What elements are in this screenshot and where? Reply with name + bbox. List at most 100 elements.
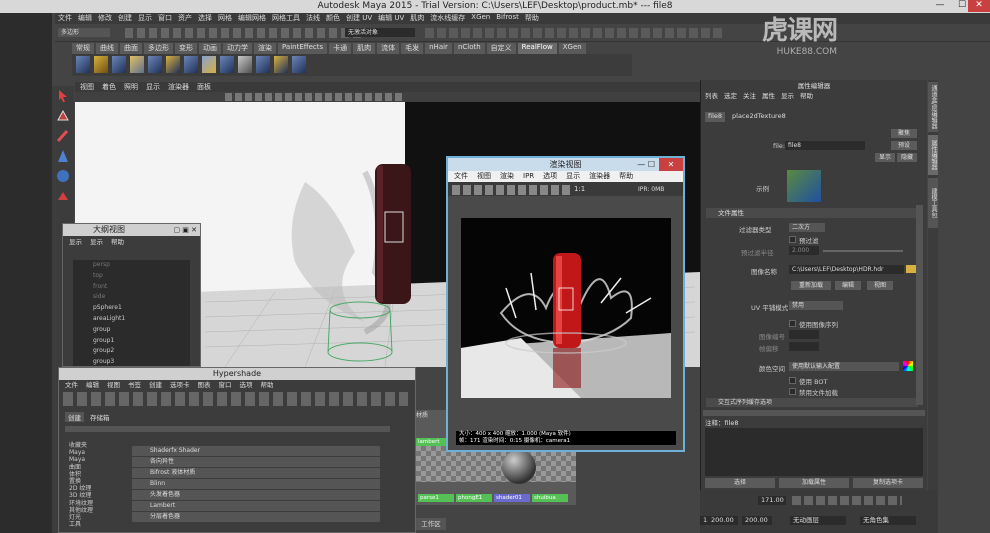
outliner-item[interactable]: group <box>73 325 190 336</box>
shelf-tab[interactable]: 动画 <box>199 43 221 54</box>
minimize-button[interactable]: — <box>928 0 952 12</box>
notes-field[interactable] <box>705 428 923 476</box>
folder-icon[interactable] <box>906 265 916 273</box>
shelf-tool-icon[interactable] <box>112 56 126 73</box>
main-menu-item[interactable]: 编辑 <box>78 13 92 24</box>
swatch-label[interactable]: shuibua <box>532 494 568 502</box>
viewport-menu-item[interactable]: 显示 <box>146 82 160 92</box>
shelf-tab[interactable]: 毛发 <box>401 43 424 54</box>
main-menu-item[interactable]: 帮助 <box>525 13 539 24</box>
tab-modeling-toolkit[interactable]: 建模工具包 <box>928 178 938 228</box>
shader-sphere-icon[interactable] <box>502 450 536 484</box>
panel-tab-materials[interactable]: 材质 <box>416 410 436 420</box>
scale-tool-icon[interactable] <box>55 188 71 204</box>
category-item[interactable]: 曲面 <box>69 464 125 471</box>
shelf-tab[interactable]: 自定义 <box>486 43 516 54</box>
shelf-tool-icon[interactable] <box>274 56 288 73</box>
main-menu-item[interactable]: 文件 <box>58 13 72 24</box>
hypershade-menu-item[interactable]: 创建 <box>149 380 162 390</box>
swatch-label[interactable]: parse1 <box>418 494 454 502</box>
render-menu-item[interactable]: 选项 <box>543 171 557 182</box>
edit-button[interactable]: 编辑 <box>835 281 861 290</box>
file-attributes-section[interactable]: 文件属性 <box>706 208 918 218</box>
node-type-item[interactable]: 分层着色器 <box>132 512 380 522</box>
tab-attribute-editor[interactable]: 属性编辑器 <box>928 135 938 175</box>
outliner-titlebar[interactable]: 大纲视图 ▢ ▣ ✕ <box>63 224 200 236</box>
main-menu-item[interactable]: 流水线缓存 <box>430 13 465 24</box>
main-menu-item[interactable]: 网格 <box>218 13 232 24</box>
hide-button[interactable]: 隐藏 <box>897 153 917 162</box>
status-tools[interactable] <box>125 28 365 38</box>
frame-offset-field[interactable] <box>789 342 819 351</box>
category-item[interactable]: 体积 <box>69 471 125 478</box>
shelf-tool-icon[interactable] <box>220 56 234 73</box>
shelf-tab[interactable]: XGen <box>558 43 586 54</box>
attr-menu-item[interactable]: 属性 <box>762 90 775 102</box>
render-ratio[interactable]: 1:1 <box>574 185 585 193</box>
swatch-label[interactable]: phongE1 <box>456 494 492 502</box>
render-view-titlebar[interactable]: 渲染视图 ✕ — ☐ <box>448 158 683 171</box>
render-menu-item[interactable]: IPR <box>523 171 534 182</box>
node-type-item[interactable]: 头发着色器 <box>132 490 380 500</box>
category-item[interactable]: 环境纹理 <box>69 500 125 507</box>
shelf-tab[interactable]: 曲线 <box>96 43 118 54</box>
shelf-tool-icon[interactable] <box>184 56 198 73</box>
use-sequence-checkbox[interactable] <box>789 320 796 327</box>
node-type-item[interactable]: Blinn <box>132 479 380 489</box>
window-controls-icon[interactable]: ▢ ▣ ✕ <box>173 224 197 236</box>
hypershade-menu-item[interactable]: 书签 <box>128 380 141 390</box>
shelf-tool-icon[interactable] <box>238 56 252 73</box>
outliner-item[interactable]: top <box>73 271 190 282</box>
shelf-tab[interactable]: 常规 <box>72 43 94 54</box>
tab-channel-box[interactable]: 通道盒/层编辑器 <box>928 82 938 132</box>
render-menu-item[interactable]: 文件 <box>454 171 468 182</box>
load-attributes-button[interactable]: 加载属性 <box>779 478 849 488</box>
category-item[interactable]: 3D 纹理 <box>69 492 125 499</box>
shelf-tool-icon[interactable] <box>256 56 270 73</box>
image-number-field[interactable] <box>789 330 819 339</box>
render-menu-item[interactable]: 渲染器 <box>589 171 610 182</box>
shelf-tool-icon[interactable] <box>166 56 180 73</box>
shelf-tab[interactable]: PaintEffects <box>278 43 328 54</box>
uv-tiling-dropdown[interactable]: 禁用 <box>789 301 843 310</box>
color-space-dropdown[interactable]: 使用默认输入配置 <box>789 362 899 371</box>
main-menu-item[interactable]: 显示 <box>138 13 152 24</box>
interactive-cache-section[interactable]: 交互式序列缓存选项 <box>706 398 918 407</box>
object-field[interactable]: 无激活对象 <box>345 28 415 37</box>
work-area-tab[interactable]: 工作区 <box>416 518 446 530</box>
attr-menu-item[interactable]: 关注 <box>743 90 756 102</box>
copy-tab-button[interactable]: 复制选项卡 <box>853 478 923 488</box>
outliner-item[interactable]: pSphere1 <box>73 303 190 314</box>
viewport-menu-item[interactable]: 渲染器 <box>168 82 189 92</box>
shelf-tab[interactable]: 曲面 <box>120 43 142 54</box>
shelf-tab[interactable]: 动力学 <box>223 43 252 54</box>
outliner-list[interactable]: persp top front side pSphere1 areaLight1 group… <box>73 260 190 366</box>
shelf-tab[interactable]: 变形 <box>175 43 197 54</box>
viewport-menu-item[interactable]: 面板 <box>197 82 211 92</box>
attr-menu-item[interactable]: 帮助 <box>800 90 813 102</box>
hypershade-menu-item[interactable]: 窗口 <box>219 380 232 390</box>
render-menu-item[interactable]: 显示 <box>566 171 580 182</box>
outliner-item[interactable]: group1 <box>73 336 190 347</box>
render-tools[interactable] <box>425 28 725 38</box>
attr-menu-item[interactable]: 列表 <box>705 90 718 102</box>
range-end-field[interactable]: 200.00 <box>708 516 738 525</box>
anim-layer-dropdown[interactable]: 无动画层 <box>790 516 846 525</box>
filter-type-dropdown[interactable]: 二次方 <box>789 223 825 232</box>
main-menu-item[interactable]: 创建 UV <box>346 13 372 24</box>
viewport-menu-item[interactable]: 照明 <box>124 82 138 92</box>
main-menu-item[interactable]: 网格工具 <box>272 13 300 24</box>
category-item[interactable]: 灯光 <box>69 514 125 521</box>
hypershade-menu-item[interactable]: 帮助 <box>261 380 274 390</box>
outliner-item[interactable]: front <box>73 282 190 293</box>
show-button[interactable]: 显示 <box>875 153 895 162</box>
outliner-item[interactable]: group2 <box>73 346 190 357</box>
main-menu-item[interactable]: 创建 <box>118 13 132 24</box>
shelf-tab[interactable]: RealFlow <box>517 43 557 54</box>
outliner-menu-item[interactable]: 显示 <box>90 236 103 247</box>
color-management-icon[interactable] <box>903 361 913 371</box>
hypershade-menu-item[interactable]: 视图 <box>107 380 120 390</box>
shelf-tab[interactable]: 渲染 <box>254 43 276 54</box>
main-menu-item[interactable]: XGen <box>471 13 490 24</box>
main-menu-item[interactable]: 肌肉 <box>410 13 424 24</box>
